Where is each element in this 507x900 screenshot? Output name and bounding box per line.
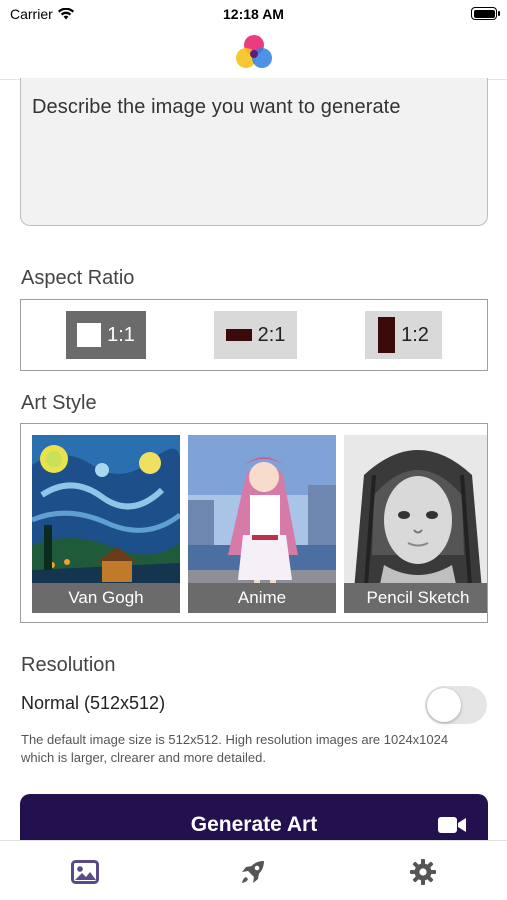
aspect-option-1-2[interactable]: 1:2 [365,311,442,359]
aspect-option-1-1[interactable]: 1:1 [66,311,146,359]
resolution-option-label: Normal (512x512) [21,693,166,713]
square-shape-icon [77,323,102,347]
app-header [0,28,507,80]
prompt-placeholder: Describe the image you want to generate [32,96,401,118]
tab-bar [0,840,507,900]
toggle-knob [427,688,461,722]
style-label: Van Gogh [32,583,180,613]
aspect-ratio-selector: 1:1 2:1 1:2 [20,299,488,371]
aspect-ratio-title: Aspect Ratio [21,267,135,289]
portrait-shape-icon [378,317,396,353]
resolution-description: The default image size is 512x512. High … [21,732,449,765]
tab-settings[interactable] [408,857,438,887]
tab-launch[interactable] [238,857,268,887]
resolution-title: Resolution [21,654,116,676]
aspect-option-label: 1:1 [107,323,135,346]
gear-icon [410,859,436,885]
style-label: Pencil Sketch [344,583,487,613]
art-style-carousel[interactable]: Van Gogh Anime Pencil Sketch [20,423,488,623]
rocket-icon [242,861,264,883]
aspect-option-label: 2:1 [257,323,286,346]
style-label: Anime [188,583,336,613]
generate-art-label: Generate Art [190,813,318,836]
style-card-van-gogh[interactable]: Van Gogh [32,435,180,613]
aspect-option-2-1[interactable]: 2:1 [214,311,297,359]
app-logo-icon [236,35,272,68]
tab-gallery[interactable] [70,857,100,887]
high-resolution-toggle[interactable] [425,686,487,724]
status-time: 12:18 AM [223,6,284,22]
style-card-pencil-sketch[interactable]: Pencil Sketch [344,435,487,613]
video-camera-icon [438,817,466,833]
prompt-input[interactable]: Describe the image you want to generate [20,78,488,226]
aspect-option-label: 1:2 [401,323,429,346]
status-bar: Carrier 12:18 AM [0,0,507,28]
image-gallery-icon [71,860,99,884]
battery-icon [471,7,500,20]
style-card-anime[interactable]: Anime [188,435,336,613]
landscape-shape-icon [225,329,252,341]
art-style-title: Art Style [21,392,97,414]
